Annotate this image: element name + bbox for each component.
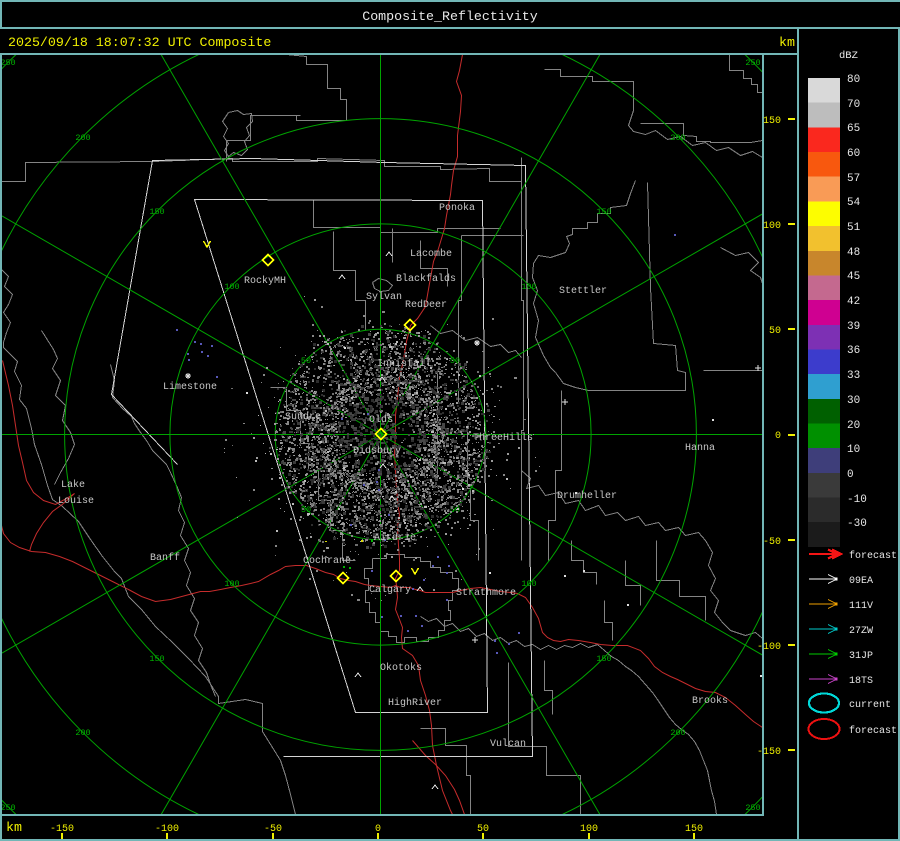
svg-text:100: 100: [224, 282, 239, 292]
svg-text:50: 50: [769, 326, 781, 337]
svg-text:Banff: Banff: [150, 552, 180, 564]
svg-text:150: 150: [149, 207, 164, 217]
svg-text:Didsbury: Didsbury: [353, 445, 401, 457]
svg-text:-150: -150: [757, 747, 781, 758]
svg-text:HighRiver: HighRiver: [388, 697, 442, 709]
svg-text:60: 60: [847, 148, 860, 160]
svg-text:10: 10: [847, 444, 860, 456]
svg-text:current: current: [849, 700, 891, 711]
svg-text:200: 200: [670, 728, 685, 738]
svg-text:27ZW: 27ZW: [849, 626, 873, 637]
svg-text:80: 80: [847, 74, 860, 86]
svg-text:RockyMH: RockyMH: [244, 275, 286, 287]
svg-text:2025/09/18 18:07:32 UTC Compos: 2025/09/18 18:07:32 UTC Composite: [8, 35, 271, 50]
svg-text:100: 100: [521, 282, 536, 292]
svg-text:Innisfail: Innisfail: [377, 358, 431, 370]
svg-text:-30: -30: [847, 518, 867, 530]
svg-text:forecast: forecast: [849, 725, 897, 737]
svg-text:150: 150: [149, 654, 164, 664]
svg-text:250: 250: [745, 58, 760, 68]
svg-text:200: 200: [75, 133, 90, 143]
svg-text:250: 250: [0, 58, 15, 68]
svg-text:Composite_Reflectivity: Composite_Reflectivity: [362, 9, 538, 24]
svg-text:70: 70: [847, 99, 860, 111]
svg-text:Blackfalds: Blackfalds: [396, 273, 456, 285]
svg-text:km: km: [6, 820, 22, 835]
svg-text:Limestone: Limestone: [163, 381, 217, 393]
svg-text:150: 150: [596, 207, 611, 217]
svg-text:48: 48: [847, 247, 860, 259]
svg-text:-50: -50: [763, 537, 781, 548]
svg-text:Strathmore: Strathmore: [456, 587, 516, 599]
svg-text:100: 100: [224, 579, 239, 589]
svg-text:Lacombe: Lacombe: [410, 248, 452, 260]
svg-text:Sundre: Sundre: [285, 411, 321, 423]
svg-text:Lake: Lake: [61, 479, 85, 491]
svg-text:Vulcan: Vulcan: [490, 738, 526, 750]
svg-text:51: 51: [847, 222, 861, 234]
svg-text:0: 0: [847, 469, 854, 481]
svg-text:Stettler: Stettler: [559, 285, 607, 297]
svg-text:Cochrane: Cochrane: [303, 555, 351, 567]
svg-text:65: 65: [847, 123, 860, 135]
svg-text:Drumheller: Drumheller: [557, 490, 617, 502]
svg-text:111V: 111V: [849, 601, 873, 612]
svg-text:39: 39: [847, 321, 860, 333]
svg-text:36: 36: [847, 345, 860, 357]
svg-text:250: 250: [0, 803, 15, 813]
svg-text:30: 30: [847, 395, 860, 407]
svg-text:RedDeer: RedDeer: [405, 299, 447, 311]
svg-text:Okotoks: Okotoks: [380, 662, 422, 674]
svg-text:Airdrie: Airdrie: [374, 532, 416, 544]
svg-text:150: 150: [763, 116, 781, 127]
svg-text:18TS: 18TS: [849, 676, 873, 687]
svg-text:Louise: Louise: [58, 495, 94, 507]
svg-text:54: 54: [847, 197, 861, 209]
svg-text:09EA: 09EA: [849, 576, 873, 587]
svg-text:Sylvan: Sylvan: [366, 291, 402, 303]
svg-text:200: 200: [670, 133, 685, 143]
svg-text:33: 33: [847, 370, 860, 382]
svg-text:100: 100: [763, 221, 781, 232]
svg-text:forecast: forecast: [849, 550, 897, 562]
svg-text:42: 42: [847, 296, 860, 308]
svg-text:-100: -100: [757, 642, 781, 653]
svg-text:Brooks: Brooks: [692, 695, 728, 707]
svg-text:200: 200: [75, 728, 90, 738]
svg-text:31JP: 31JP: [849, 651, 873, 662]
svg-text:dBZ: dBZ: [839, 50, 858, 62]
svg-text:Hanna: Hanna: [685, 443, 715, 454]
svg-text:100: 100: [521, 579, 536, 589]
svg-text:ThreeHills: ThreeHills: [473, 432, 533, 444]
svg-text:Ponoka: Ponoka: [439, 202, 475, 214]
svg-text:Calgary: Calgary: [369, 584, 411, 596]
svg-text:km: km: [779, 35, 795, 50]
svg-text:150: 150: [596, 654, 611, 664]
svg-text:57: 57: [847, 173, 860, 185]
svg-text:45: 45: [847, 271, 860, 283]
svg-text:0: 0: [775, 431, 781, 442]
svg-text:Olds: Olds: [369, 414, 393, 426]
svg-text:20: 20: [847, 420, 860, 432]
svg-text:250: 250: [745, 803, 760, 813]
svg-text:-10: -10: [847, 494, 867, 506]
